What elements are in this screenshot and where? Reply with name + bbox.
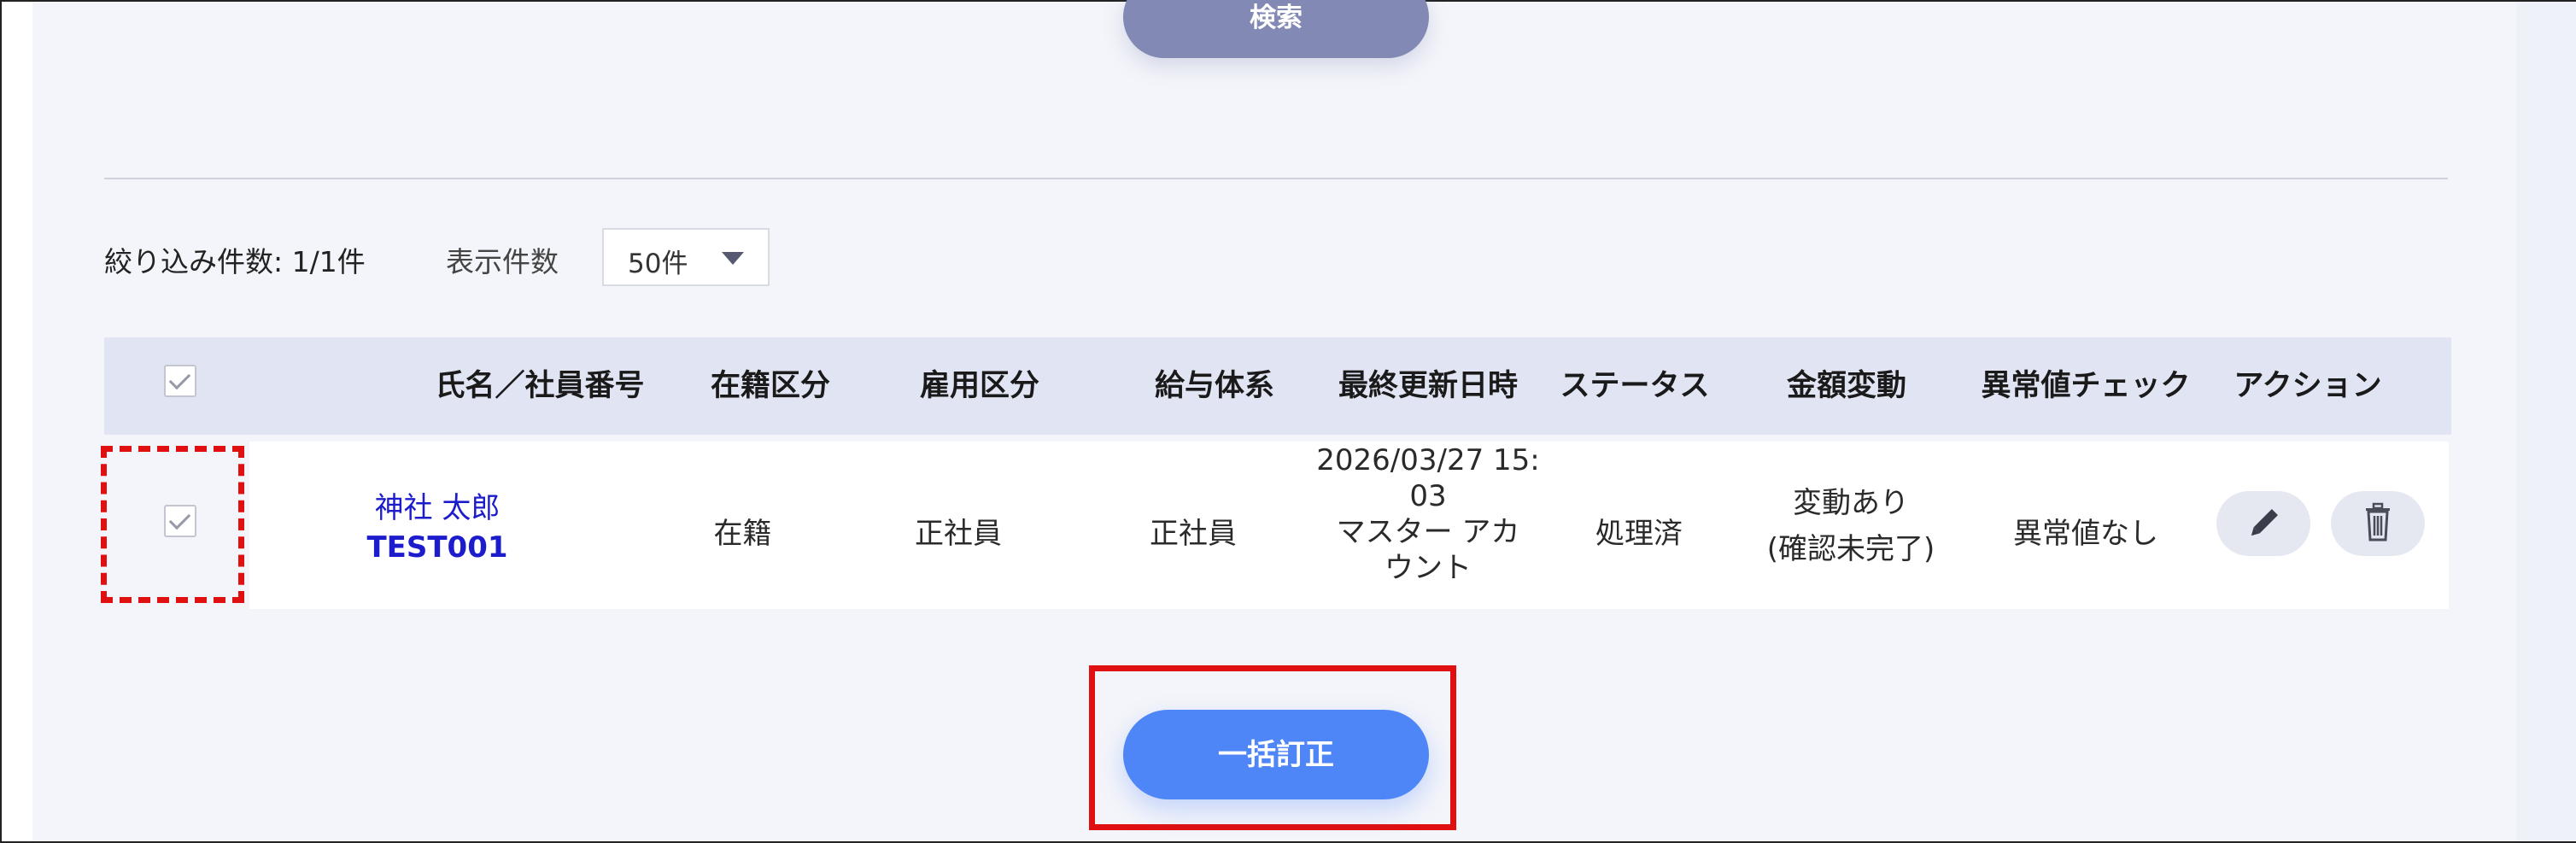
per-page-value: 50件 <box>628 249 688 279</box>
select-all-checkbox[interactable] <box>164 365 196 397</box>
table-header: 氏名／社員番号 在籍区分 雇用区分 給与体系 最終更新日時 ステータス 金額変動… <box>104 337 2451 435</box>
per-page-label: 表示件数 <box>446 245 559 278</box>
cell-amount-change: 変動あり (確認未完了) <box>1744 480 1958 572</box>
right-margin <box>2516 2 2576 841</box>
cell-pay-system: 正社員 <box>1150 517 1237 551</box>
window-frame: 検索 絞り込み件数: 1/1件 表示件数 50件 氏名／社員番号 在籍区分 雇用… <box>0 0 2576 843</box>
search-button[interactable]: 検索 <box>1123 0 1429 58</box>
col-header-amount-change: 金額変動 <box>1786 369 1906 403</box>
updated-by-line2: ウント <box>1385 551 1472 585</box>
bulk-correction-button[interactable]: 一括訂正 <box>1123 710 1429 799</box>
cell-last-updated: 2026/03/27 15: 03 マスター アカ ウント <box>1287 442 1569 586</box>
checkbox-highlight <box>101 446 244 603</box>
cell-enrollment: 在籍 <box>713 517 772 551</box>
employee-name[interactable]: 神社 太郎 <box>258 489 617 528</box>
col-header-status: ステータス <box>1560 369 1710 403</box>
pencil-icon <box>2251 506 2280 536</box>
edit-button[interactable] <box>2216 491 2310 556</box>
employee-id[interactable]: TEST001 <box>258 528 617 567</box>
cell-status: 処理済 <box>1595 517 1683 551</box>
col-header-enrollment: 在籍区分 <box>710 369 830 403</box>
cell-anomaly-check: 異常値なし <box>2013 517 2158 551</box>
chevron-down-icon <box>722 252 744 265</box>
col-header-employment: 雇用区分 <box>919 369 1039 403</box>
filtered-count-label: 絞り込み件数: 1/1件 <box>104 245 366 278</box>
per-page-select[interactable]: 50件 <box>602 228 770 286</box>
col-header-anomaly-check: 異常値チェック <box>1981 369 2191 403</box>
cell-employment: 正社員 <box>915 517 1002 551</box>
delete-button[interactable] <box>2331 491 2425 556</box>
last-updated-datetime-line1: 2026/03/27 15: <box>1316 443 1540 477</box>
checkmark-icon <box>168 367 191 390</box>
amount-change-line1: 変動あり <box>1793 486 1909 520</box>
updated-by-line1: マスター アカ <box>1336 515 1520 549</box>
amount-change-line2: (確認未完了) <box>1766 532 1935 566</box>
trash-icon <box>2366 502 2390 542</box>
col-header-pay-system: 給与体系 <box>1154 369 1274 403</box>
col-header-last-updated: 最終更新日時 <box>1338 369 1518 403</box>
section-divider <box>104 178 2448 179</box>
col-header-action: アクション <box>2234 369 2382 403</box>
last-updated-datetime-line2: 03 <box>1409 479 1447 513</box>
employee-name-link[interactable]: 神社 太郎 TEST001 <box>258 489 617 567</box>
